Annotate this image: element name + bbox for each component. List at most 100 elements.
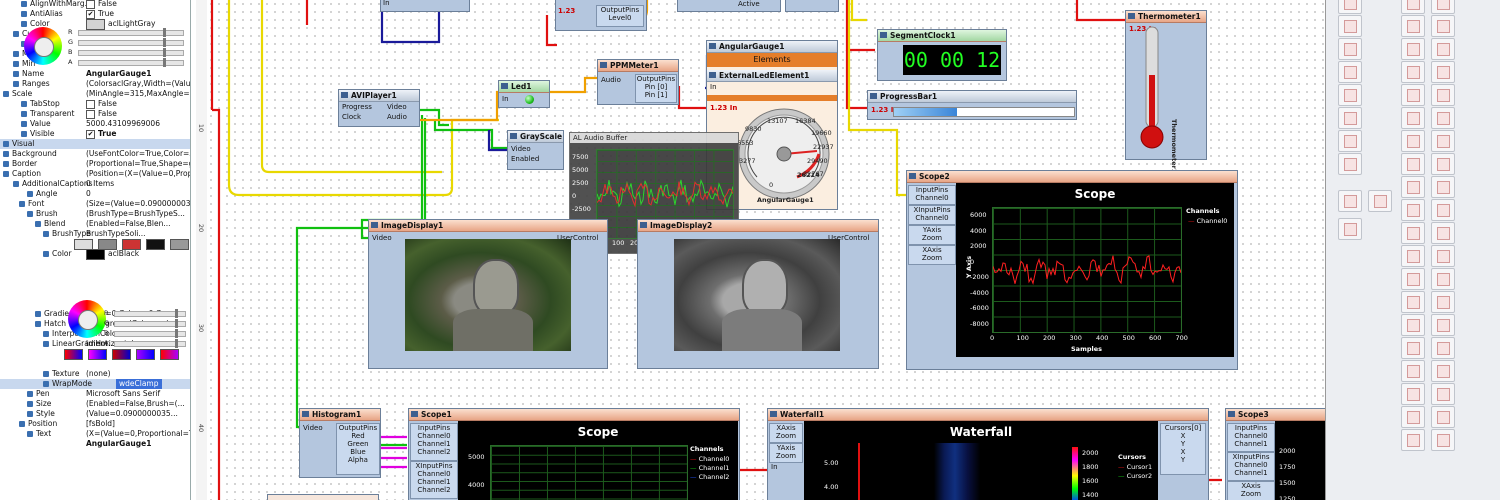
channel-slider[interactable] <box>78 48 184 57</box>
property-row[interactable]: AngularGauge1 <box>0 439 190 449</box>
pin-x[interactable]: X <box>1181 448 1186 456</box>
waterfall-component[interactable]: Waterfall1 XAxis Zoom YAxis Zoom In Wate… <box>767 408 1209 500</box>
pin-video[interactable]: Video <box>511 145 531 154</box>
property-value[interactable]: AngularGauge1 <box>86 439 151 449</box>
partial-component-bottom[interactable] <box>267 494 379 500</box>
checkbox-checked[interactable]: ✔ <box>86 10 95 19</box>
palette-tool-button[interactable] <box>1401 84 1425 106</box>
palette-tool-button[interactable] <box>1401 176 1425 198</box>
property-value[interactable]: (BrushType=BrushTypeS... <box>86 209 185 219</box>
palette-tool-button[interactable] <box>1431 199 1455 221</box>
property-value[interactable]: True <box>98 9 114 19</box>
color-wheel[interactable] <box>68 300 106 338</box>
palette-tool-button[interactable] <box>1431 15 1455 37</box>
pin-blue[interactable]: Blue <box>350 448 366 456</box>
palette-tool-button[interactable] <box>1338 190 1362 212</box>
pin-y[interactable]: Y <box>1181 456 1185 464</box>
channel-slider[interactable] <box>114 319 186 328</box>
channel-slider[interactable] <box>78 38 184 47</box>
top-component-level[interactable]: 1.23 OutputPins Level0 <box>555 0 647 31</box>
palette-tool-button[interactable] <box>1431 84 1455 106</box>
property-row[interactable]: BrushType BrushTypeSoli... <box>0 229 190 239</box>
segmentclock-component[interactable]: SegmentClock1 00 00 12 <box>877 29 1007 81</box>
palette-tool-button[interactable] <box>1338 107 1362 129</box>
histogram-component[interactable]: Histogram1 Video OutputPins Red Green Bl… <box>299 408 381 478</box>
ppmmeter-component[interactable]: PPMMeter1 Audio OutputPins Pin [0] Pin [… <box>597 59 679 105</box>
property-value[interactable]: wdeClamp <box>116 379 162 389</box>
palette-tool-button[interactable] <box>1401 245 1425 267</box>
palette-tool-button[interactable] <box>1338 38 1362 60</box>
pin-alpha[interactable]: Alpha <box>348 456 368 464</box>
property-value[interactable]: (MinAngle=315,MaxAngle=225,... <box>86 89 190 99</box>
property-row[interactable]: Pen Microsoft Sans Serif <box>0 389 190 399</box>
scope1-component[interactable]: Scope1 InputPins Channel0 Channel1 Chann… <box>408 408 740 500</box>
property-row[interactable] <box>0 289 190 299</box>
pin-channel1[interactable]: Channel1 <box>417 440 450 448</box>
property-row[interactable] <box>0 239 190 250</box>
channel-slider[interactable] <box>78 28 184 37</box>
property-value[interactable]: (Enabled=False,Blen... <box>86 219 170 229</box>
palette-tool-button[interactable] <box>1401 107 1425 129</box>
property-row[interactable]: Position [fsBold] <box>0 419 190 429</box>
property-row[interactable]: Text (X=(Value=0,Proportional=T... <box>0 429 190 439</box>
pin-video[interactable]: Video <box>387 103 407 112</box>
pin-channel1[interactable]: Channel1 <box>1234 440 1267 448</box>
property-row[interactable]: Border (Proportional=True,Shape=gbs... <box>0 159 190 169</box>
property-row[interactable] <box>0 359 190 369</box>
property-value[interactable]: (Proportional=True,Shape=gbs... <box>86 159 190 169</box>
property-value[interactable]: False <box>98 0 117 9</box>
palette-tool-button[interactable] <box>1401 383 1425 405</box>
palette-tool-button[interactable] <box>1431 153 1455 175</box>
palette-tool-button[interactable] <box>1338 84 1362 106</box>
property-row[interactable]: Style (Value=0.0900000035... <box>0 409 190 419</box>
pin-x[interactable]: X <box>1181 432 1186 440</box>
property-row[interactable]: Angle 0 <box>0 189 190 199</box>
color-wheel[interactable] <box>24 27 62 65</box>
pin-in[interactable]: In <box>502 95 509 104</box>
pin-video[interactable]: Video <box>303 424 323 433</box>
palette-tool-button[interactable] <box>1401 360 1425 382</box>
property-row[interactable]: AntiAlias ✔ True <box>0 9 190 19</box>
pin-zoom[interactable]: Zoom <box>776 452 796 460</box>
pin-x-channel2[interactable]: Channel2 <box>417 486 450 494</box>
palette-tool-button[interactable] <box>1431 314 1455 336</box>
property-value[interactable]: (UseFontColor=True,Color=5... <box>86 149 190 159</box>
property-row[interactable]: Font (Size=(Value=0.0900000035... <box>0 199 190 209</box>
top-component-active[interactable]: Active <box>677 0 781 12</box>
palette-tool-button[interactable] <box>1338 0 1362 14</box>
pin-x-channel0[interactable]: Channel0 <box>1234 461 1267 469</box>
pin-channel0[interactable]: Channel0 <box>1234 432 1267 440</box>
pin-in[interactable]: In <box>710 83 717 92</box>
pin-value[interactable]: 1.23 In <box>710 104 737 113</box>
palette-tool-button[interactable] <box>1401 314 1425 336</box>
palette-tool-button[interactable] <box>1431 130 1455 152</box>
palette-tool-button[interactable] <box>1401 406 1425 428</box>
palette-tool-button[interactable] <box>1401 337 1425 359</box>
top-component-b[interactable] <box>785 0 839 12</box>
palette-tool-button[interactable] <box>1401 38 1425 60</box>
property-value[interactable]: (Size=(Value=0.0900000035... <box>86 199 190 209</box>
grayscale-component[interactable]: GrayScale1 Video Enabled <box>507 130 564 170</box>
property-value[interactable]: [fsBold] <box>86 419 115 429</box>
palette-tool-button[interactable] <box>1431 245 1455 267</box>
palette-tool-button[interactable] <box>1431 107 1455 129</box>
pin-clock[interactable]: Clock <box>342 113 361 122</box>
property-row[interactable]: Visual <box>0 139 190 149</box>
property-value[interactable]: (Position=(X=(Value=0,Propor... <box>86 169 190 179</box>
pin-in[interactable]: In <box>771 463 778 472</box>
palette-tool-button[interactable] <box>1338 153 1362 175</box>
palette-tool-button[interactable] <box>1431 222 1455 244</box>
property-value[interactable]: (none) <box>86 369 111 379</box>
pin-zoom[interactable]: Zoom <box>776 432 796 440</box>
property-row[interactable]: TabStop False <box>0 99 190 109</box>
palette-tool-button[interactable] <box>1401 15 1425 37</box>
progressbar-component[interactable]: ProgressBar1 1.23 In <box>867 90 1077 120</box>
property-row[interactable] <box>0 269 190 279</box>
checkbox-unchecked[interactable] <box>86 100 95 109</box>
pin-x-channel0[interactable]: Channel0 <box>915 214 948 222</box>
palette-tool-button[interactable] <box>1368 190 1392 212</box>
property-row[interactable] <box>0 279 190 289</box>
thermometer-component[interactable]: Thermometer1 1.23 In Thermometer1 <box>1125 10 1207 173</box>
property-row[interactable]: Background (UseFontColor=True,Color=5... <box>0 149 190 159</box>
pin-channel2[interactable]: Channel2 <box>417 448 450 456</box>
